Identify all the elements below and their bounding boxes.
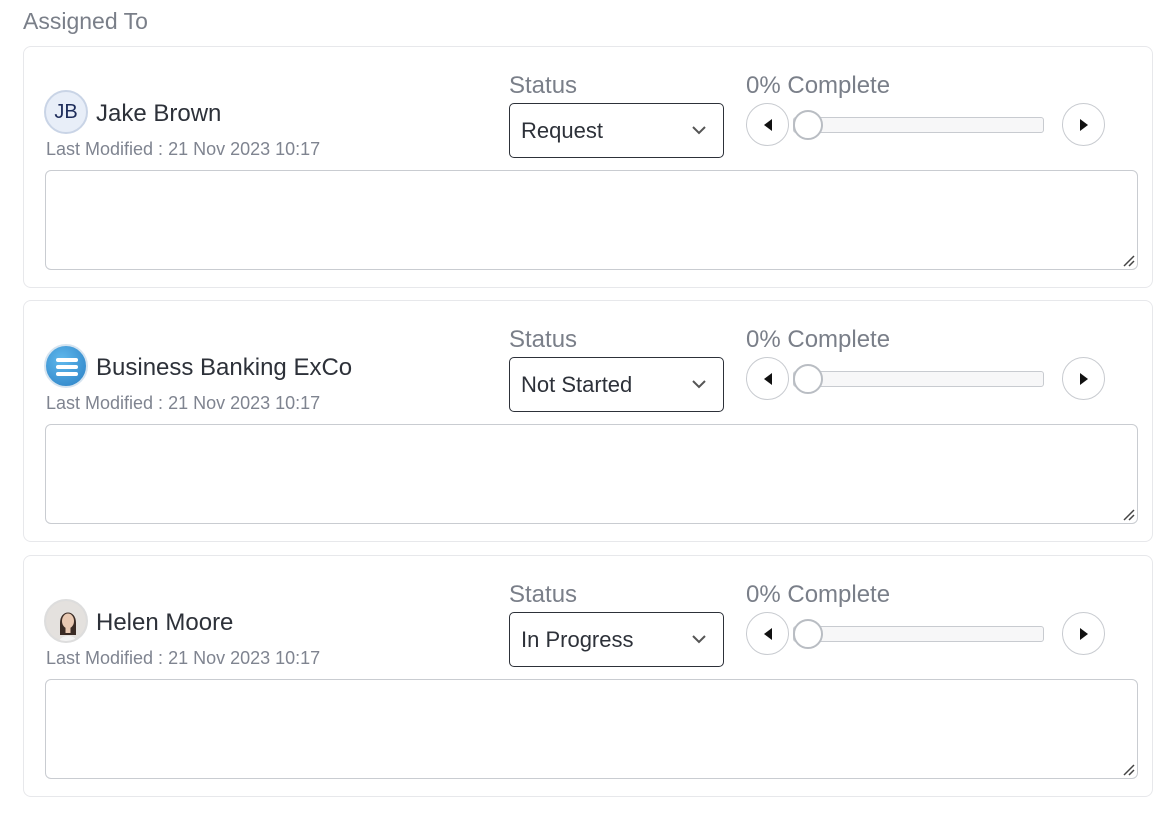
caret-right-icon — [1079, 118, 1088, 131]
chevron-down-icon — [692, 635, 706, 644]
last-modified: Last Modified : 21 Nov 2023 10:17 — [46, 139, 321, 159]
increase-progress-button[interactable] — [1062, 357, 1105, 400]
progress-slider-track[interactable] — [793, 626, 1044, 642]
notes-textarea[interactable] — [45, 679, 1138, 779]
assignee-name: Business Banking ExCo — [96, 354, 353, 381]
resize-handle-icon[interactable] — [1121, 507, 1135, 521]
progress-slider-thumb[interactable] — [793, 364, 823, 394]
last-modified: Last Modified : 21 Nov 2023 10:17 — [46, 393, 321, 413]
avatar: JB — [44, 90, 88, 134]
progress-label: 0% Complete — [746, 581, 891, 608]
person-photo-icon — [46, 601, 86, 641]
group-icon — [44, 344, 88, 388]
progress-slider-thumb[interactable] — [793, 619, 823, 649]
progress-slider-track[interactable] — [793, 371, 1044, 387]
increase-progress-button[interactable] — [1062, 103, 1105, 146]
status-select[interactable]: Not Started — [509, 357, 724, 412]
decrease-progress-button[interactable] — [746, 612, 789, 655]
assignee-card: Helen Moore Last Modified : 21 Nov 2023 … — [23, 555, 1153, 797]
chevron-down-icon — [692, 126, 706, 135]
caret-left-icon — [763, 118, 772, 131]
chevron-down-icon — [692, 380, 706, 389]
status-label: Status — [509, 581, 578, 608]
caret-right-icon — [1079, 627, 1088, 640]
caret-right-icon — [1079, 372, 1088, 385]
assignee-card: JB Jake Brown Last Modified : 21 Nov 202… — [23, 46, 1153, 288]
status-label: Status — [509, 72, 578, 99]
assignee-name: Helen Moore — [96, 609, 234, 636]
caret-left-icon — [763, 372, 772, 385]
assignee-card: Business Banking ExCo Last Modified : 21… — [23, 300, 1153, 542]
status-select[interactable]: Request — [509, 103, 724, 158]
progress-label: 0% Complete — [746, 326, 891, 353]
assignee-name: Jake Brown — [96, 100, 222, 127]
last-modified: Last Modified : 21 Nov 2023 10:17 — [46, 648, 321, 668]
notes-textarea[interactable] — [45, 424, 1138, 524]
decrease-progress-button[interactable] — [746, 103, 789, 146]
progress-slider-track[interactable] — [793, 117, 1044, 133]
progress-label: 0% Complete — [746, 72, 891, 99]
status-label: Status — [509, 326, 578, 353]
progress-slider-thumb[interactable] — [793, 110, 823, 140]
section-title: Assigned To — [23, 8, 148, 34]
status-value: Request — [521, 118, 603, 143]
resize-handle-icon[interactable] — [1121, 253, 1135, 267]
status-select[interactable]: In Progress — [509, 612, 724, 667]
increase-progress-button[interactable] — [1062, 612, 1105, 655]
avatar-initials: JB — [54, 100, 78, 123]
avatar-photo — [44, 599, 88, 643]
resize-handle-icon[interactable] — [1121, 762, 1135, 776]
decrease-progress-button[interactable] — [746, 357, 789, 400]
notes-textarea[interactable] — [45, 170, 1138, 270]
caret-left-icon — [763, 627, 772, 640]
status-value: In Progress — [521, 627, 634, 652]
status-value: Not Started — [521, 372, 633, 397]
